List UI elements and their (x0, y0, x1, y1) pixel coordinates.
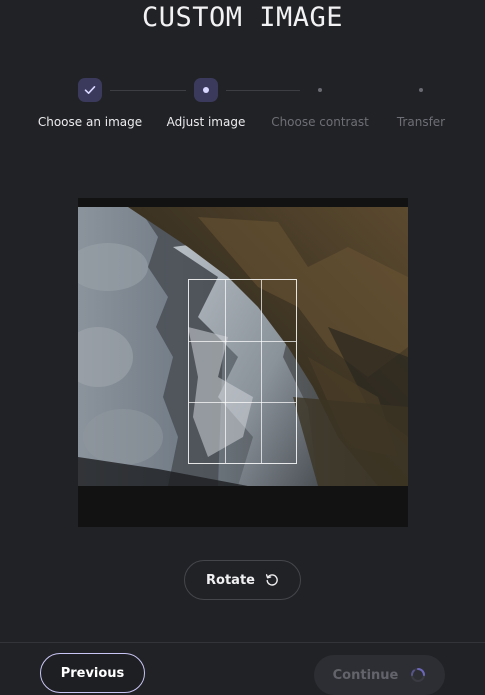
step-label-adjust-image[interactable]: Adjust image (167, 115, 246, 129)
stepper: Choose an image Adjust image Choose cont… (0, 0, 485, 140)
loading-spinner-icon (410, 667, 426, 683)
step-connector (110, 90, 186, 91)
step-2-active-node[interactable] (194, 78, 218, 102)
step-connector (226, 90, 300, 91)
footer-divider (0, 642, 485, 643)
mountain-photo (78, 207, 408, 486)
previous-button[interactable]: Previous (40, 653, 145, 693)
image-editor-canvas[interactable] (78, 198, 408, 527)
step-label-choose-contrast: Choose contrast (271, 115, 369, 129)
crop-frame[interactable] (188, 279, 297, 464)
step-label-transfer: Transfer (396, 115, 446, 129)
continue-button-label: Continue (332, 667, 399, 683)
rotate-ccw-icon (265, 573, 279, 587)
rotate-button[interactable]: Rotate (184, 560, 301, 600)
step-3-dot (318, 88, 322, 92)
step-connector (330, 90, 410, 91)
step-1-check-icon[interactable] (78, 78, 102, 102)
previous-button-label: Previous (60, 665, 125, 681)
step-4-dot (419, 88, 423, 92)
rotate-button-label: Rotate (206, 572, 255, 588)
continue-button[interactable]: Continue (314, 655, 445, 695)
step-label-choose-image[interactable]: Choose an image (38, 115, 142, 129)
